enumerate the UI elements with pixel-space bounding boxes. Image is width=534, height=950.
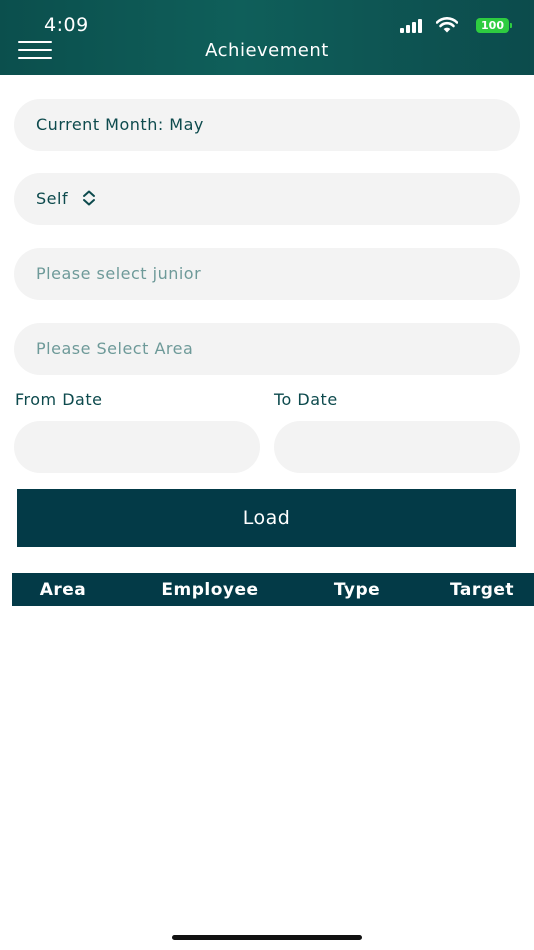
- page-title: Achievement: [205, 40, 329, 61]
- battery-icon: 100: [476, 18, 509, 33]
- to-date-input[interactable]: [274, 421, 520, 473]
- wifi-icon: [436, 17, 458, 33]
- column-header-type: Type: [333, 580, 381, 600]
- current-month-field: Current Month: May: [14, 99, 520, 151]
- from-date-label: From Date: [15, 390, 103, 409]
- role-select[interactable]: Self: [14, 173, 520, 225]
- signal-icon: [400, 19, 424, 33]
- status-icons: 100: [382, 17, 512, 35]
- status-time: 4:09: [44, 14, 89, 36]
- column-header-target: Target: [449, 580, 515, 600]
- area-select-placeholder: Please Select Area: [36, 339, 194, 358]
- battery-nub: [510, 23, 512, 28]
- app-header: 4:09 100 Achievement: [0, 0, 534, 75]
- table-header: Area Employee Type Target: [12, 573, 534, 606]
- area-select[interactable]: Please Select Area: [14, 323, 520, 375]
- chevron-up-down-icon: [82, 190, 95, 205]
- junior-select-placeholder: Please select junior: [36, 264, 202, 283]
- from-date-input[interactable]: [14, 421, 260, 473]
- junior-select[interactable]: Please select junior: [14, 248, 520, 300]
- column-header-employee: Employee: [161, 580, 259, 600]
- home-indicator: [172, 935, 362, 940]
- current-month-text: Current Month: May: [36, 115, 204, 134]
- role-select-value: Self: [36, 189, 69, 208]
- to-date-label: To Date: [274, 390, 338, 409]
- column-header-area: Area: [39, 580, 87, 600]
- load-button[interactable]: Load: [17, 489, 516, 547]
